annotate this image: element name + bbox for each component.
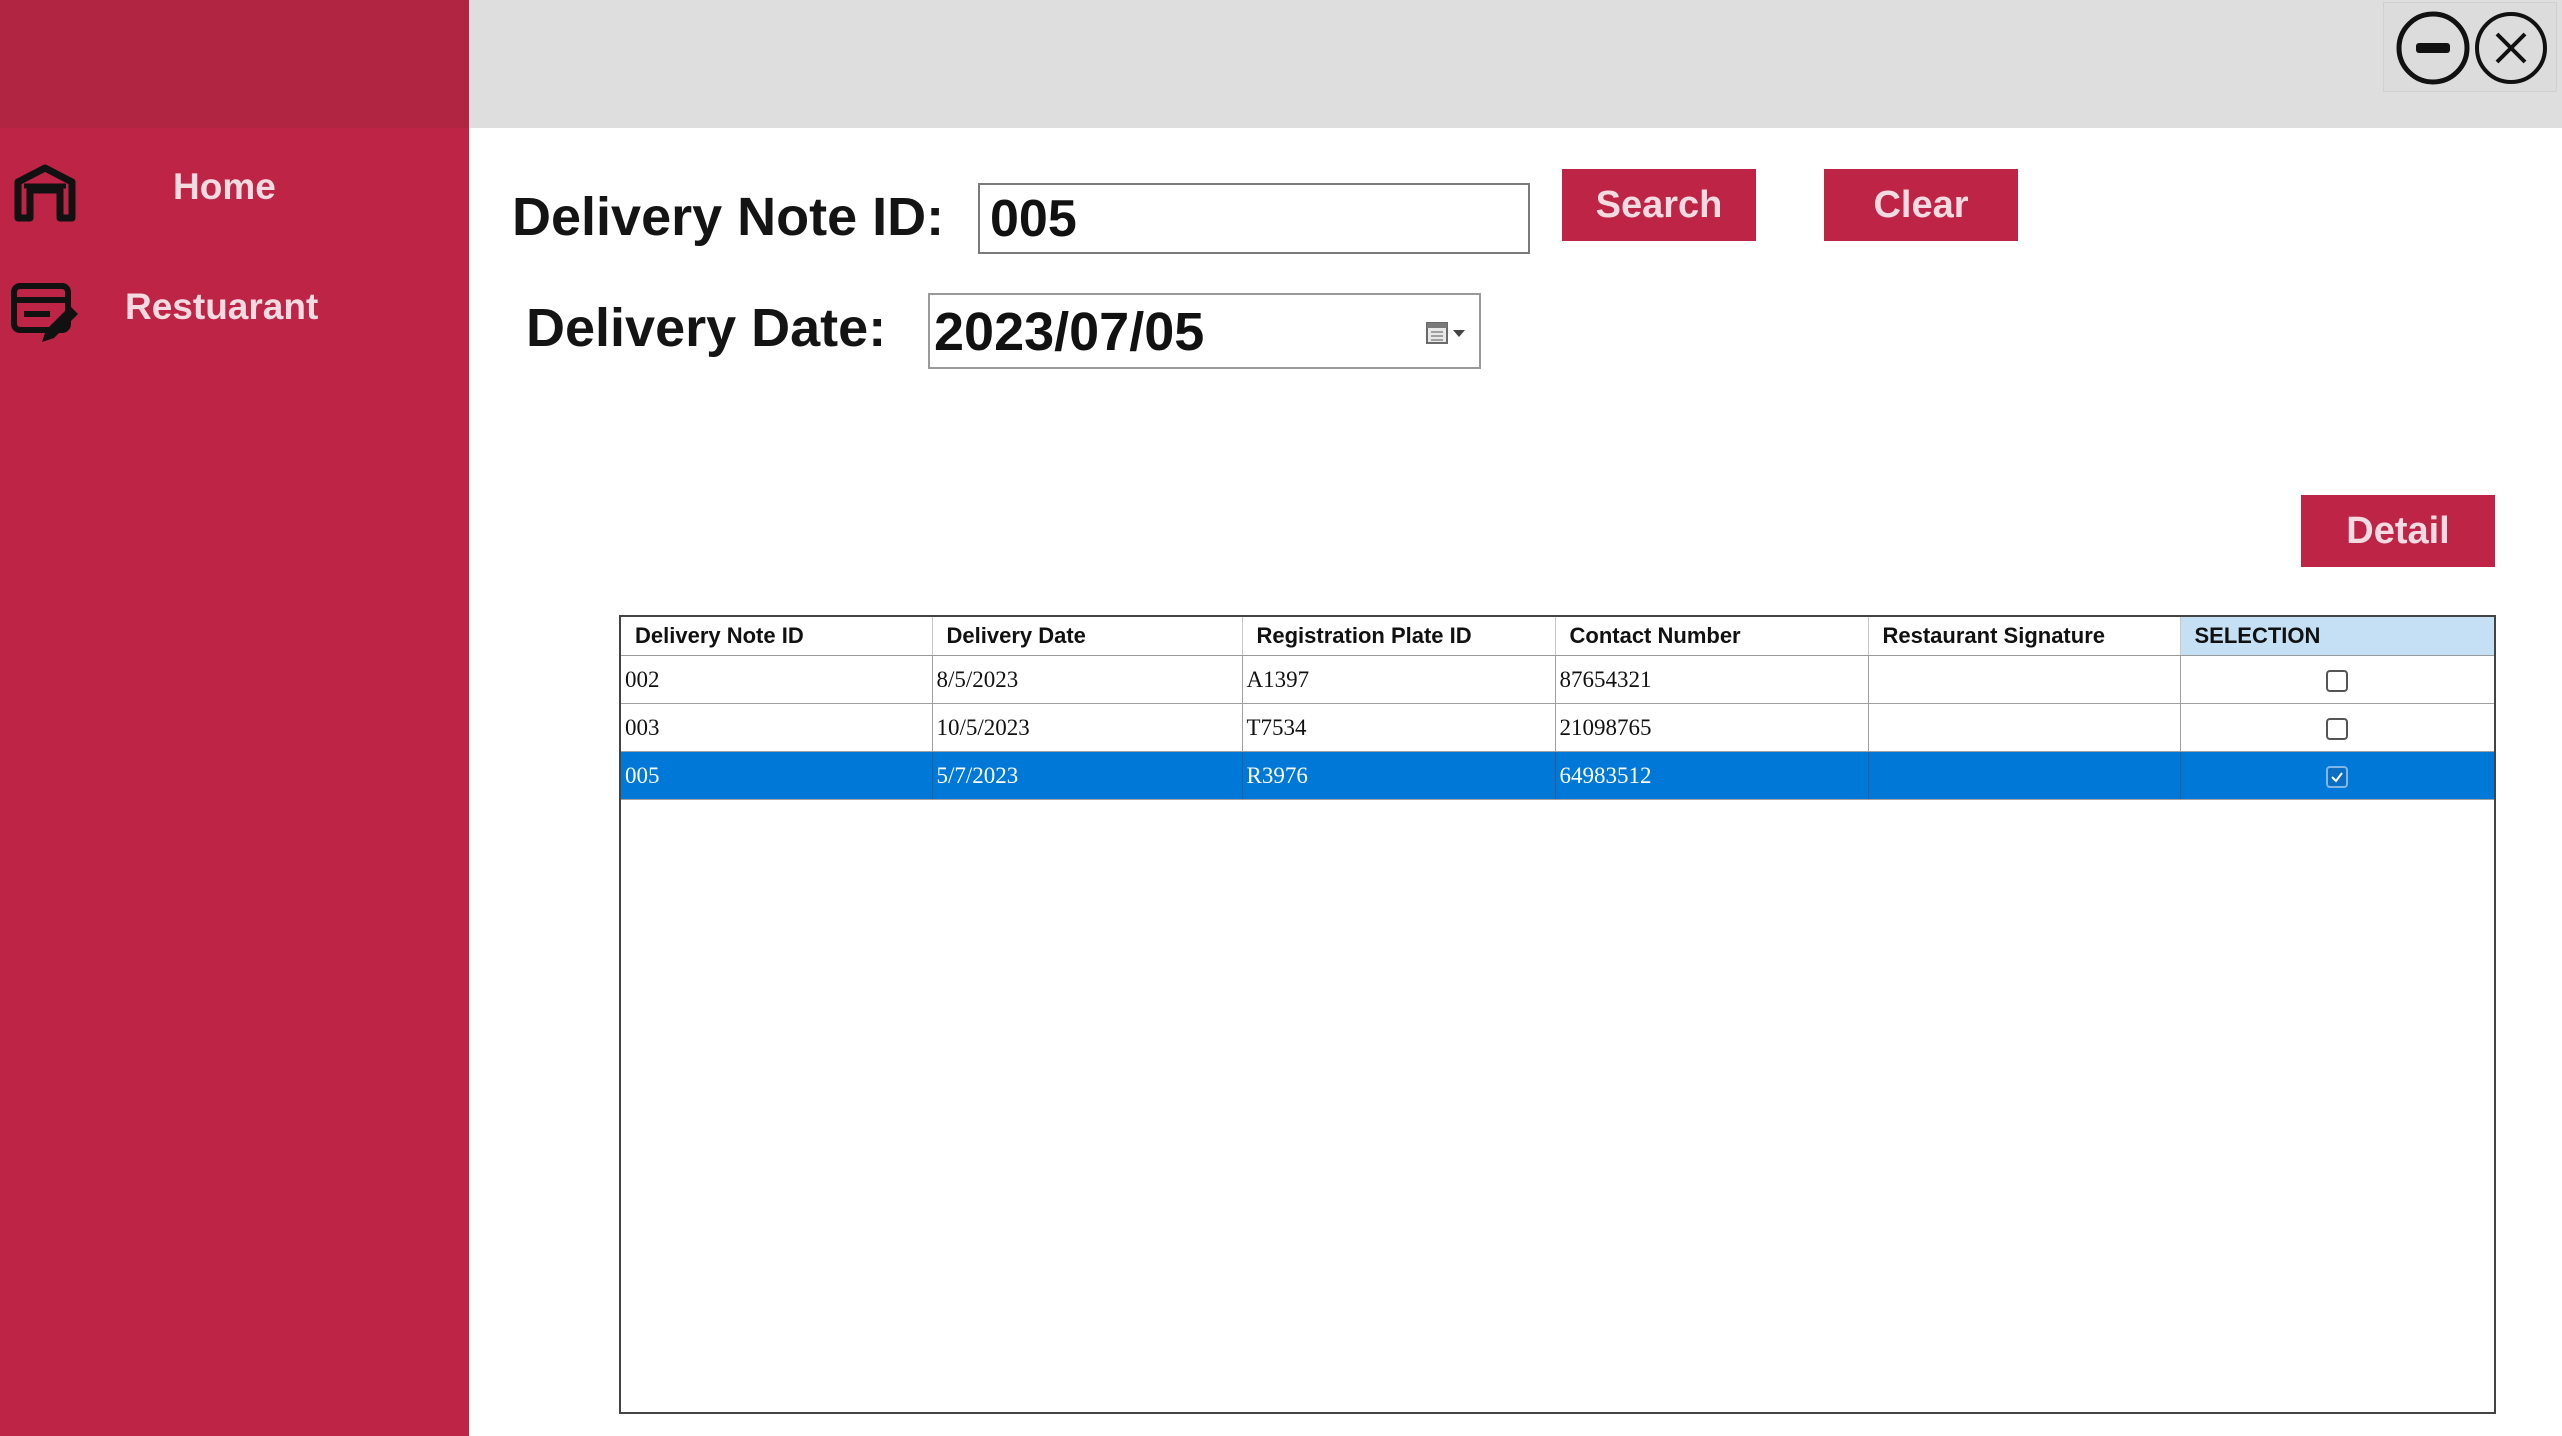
cell-delivery-note-id: 005 — [621, 751, 933, 800]
cell-registration-plate-id: R3976 — [1242, 751, 1556, 800]
delivery-notes-table: Delivery Note ID Delivery Date Registrat… — [621, 617, 2494, 800]
minimize-button[interactable] — [2394, 9, 2472, 87]
cell-contact-number: 21098765 — [1555, 703, 1869, 752]
column-header-delivery-date[interactable]: Delivery Date — [932, 617, 1243, 656]
cell-delivery-date: 10/5/2023 — [932, 703, 1243, 752]
minimize-icon — [2396, 11, 2470, 85]
close-icon — [2475, 12, 2547, 84]
sidebar-item-label: Home — [173, 166, 276, 207]
cell-restaurant-signature — [1868, 655, 2181, 704]
cell-contact-number: 87654321 — [1555, 655, 1869, 704]
home-icon — [10, 160, 80, 224]
cell-registration-plate-id: T7534 — [1242, 703, 1556, 752]
delivery-note-id-input[interactable] — [978, 183, 1530, 254]
table-header-row: Delivery Note ID Delivery Date Registrat… — [621, 617, 2494, 656]
column-header-selection[interactable]: SELECTION — [2180, 617, 2494, 656]
cell-delivery-date: 8/5/2023 — [932, 655, 1243, 704]
search-button[interactable]: Search — [1562, 169, 1756, 241]
cell-delivery-date: 5/7/2023 — [932, 751, 1243, 800]
cell-contact-number: 64983512 — [1555, 751, 1869, 800]
sidebar-item-restuarant[interactable]: Restuarant — [0, 260, 469, 360]
table-row[interactable]: 003 10/5/2023 T7534 21098765 — [621, 703, 2494, 752]
cell-selection — [2180, 751, 2494, 800]
sidebar-header — [0, 0, 469, 128]
delivery-notes-grid[interactable]: Delivery Note ID Delivery Date Registrat… — [619, 615, 2496, 1414]
cell-delivery-note-id: 002 — [621, 655, 933, 704]
detail-button[interactable]: Detail — [2301, 495, 2495, 567]
delivery-date-label: Delivery Date: — [526, 298, 887, 358]
sidebar-item-label: Restuarant — [125, 286, 319, 327]
calendar-dropdown-icon[interactable] — [1425, 319, 1469, 347]
column-header-restaurant-signature[interactable]: Restaurant Signature — [1868, 617, 2181, 656]
cell-restaurant-signature — [1868, 703, 2181, 752]
table-row[interactable]: 002 8/5/2023 A1397 87654321 — [621, 655, 2494, 704]
delivery-note-id-label: Delivery Note ID: — [512, 187, 945, 247]
checkmark-icon — [2331, 772, 2343, 783]
restaurant-edit-icon — [10, 280, 80, 344]
title-bar — [469, 0, 2562, 128]
sidebar-item-home[interactable]: Home — [0, 140, 469, 240]
table-row-selected[interactable]: 005 5/7/2023 R3976 64983512 — [621, 751, 2494, 800]
close-button[interactable] — [2472, 9, 2550, 87]
cell-delivery-note-id: 003 — [621, 703, 933, 752]
selection-checkbox-checked[interactable] — [2326, 766, 2348, 789]
delivery-date-value: 2023/07/05 — [934, 302, 1205, 362]
cell-restaurant-signature — [1868, 751, 2181, 800]
selection-checkbox[interactable] — [2326, 718, 2348, 741]
column-header-contact-number[interactable]: Contact Number — [1555, 617, 1869, 656]
column-header-registration-plate-id[interactable]: Registration Plate ID — [1242, 617, 1556, 656]
cell-selection — [2180, 655, 2494, 704]
cell-registration-plate-id: A1397 — [1242, 655, 1556, 704]
cell-selection — [2180, 703, 2494, 752]
sidebar: Home Restuarant — [0, 0, 469, 1436]
column-header-delivery-note-id[interactable]: Delivery Note ID — [621, 617, 933, 656]
window-controls — [2383, 2, 2557, 92]
delivery-date-picker[interactable]: 2023/07/05 — [928, 293, 1481, 369]
clear-button[interactable]: Clear — [1824, 169, 2018, 241]
selection-checkbox[interactable] — [2326, 670, 2348, 693]
